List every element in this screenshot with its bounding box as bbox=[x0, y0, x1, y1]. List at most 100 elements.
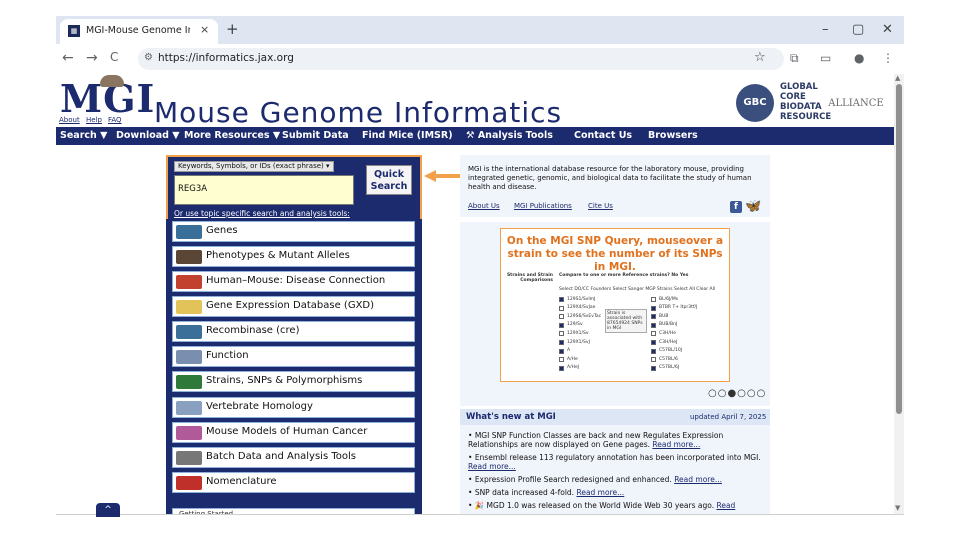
snp-tooltip: Strain is associated with 87654924 SNPs … bbox=[605, 309, 647, 333]
mgi-publications-link[interactable]: MGI Publications bbox=[514, 202, 572, 210]
checkbox[interactable] bbox=[559, 357, 564, 363]
snp-query-slide[interactable]: On the MGI SNP Query, mouseover a strain… bbox=[500, 228, 730, 382]
topic-gxd[interactable]: Gene Expression Database (GXD) bbox=[172, 296, 415, 317]
close-window-button[interactable]: ✕ bbox=[882, 22, 893, 37]
checkbox[interactable] bbox=[651, 297, 656, 302]
nav-contact-us[interactable]: Contact Us bbox=[574, 130, 632, 141]
extensions-icon[interactable]: ⧉ bbox=[790, 51, 799, 66]
search-type-select[interactable]: Keywords, Symbols, or IDs (exact phrase)… bbox=[174, 161, 334, 172]
site-settings-icon[interactable]: ⚙ bbox=[144, 52, 153, 63]
checkbox[interactable] bbox=[559, 331, 564, 337]
reload-button[interactable]: C bbox=[110, 50, 118, 64]
gbc-line: CORE bbox=[780, 92, 806, 102]
topic-disease-connection[interactable]: Human–Mouse: Disease Connection bbox=[172, 271, 415, 292]
checkbox[interactable] bbox=[651, 357, 656, 363]
topic-function[interactable]: Function bbox=[172, 346, 415, 367]
back-to-top-button[interactable]: ^ bbox=[96, 503, 120, 517]
topic-label: Genes bbox=[206, 225, 238, 236]
reading-list-icon[interactable]: ▭ bbox=[820, 51, 831, 65]
read-more-link[interactable]: Read bbox=[716, 501, 735, 510]
browser-menu-icon[interactable]: ⋮ bbox=[882, 51, 894, 65]
faq-link[interactable]: FAQ bbox=[108, 116, 122, 124]
back-button[interactable]: ← bbox=[62, 50, 74, 66]
alliance-logo[interactable]: ALLIANCE bbox=[826, 84, 886, 124]
new-tab-button[interactable]: + bbox=[226, 20, 239, 38]
nav-submit-data[interactable]: Submit Data bbox=[282, 130, 349, 141]
checkbox[interactable] bbox=[651, 348, 656, 354]
nav-browsers[interactable]: Browsers bbox=[648, 130, 698, 141]
topic-cancer-models[interactable]: Mouse Models of Human Cancer bbox=[172, 422, 415, 443]
checkbox[interactable] bbox=[651, 365, 656, 371]
search-input[interactable]: REG3A bbox=[174, 175, 354, 205]
topic-strains-snps[interactable]: Strains, SNPs & Polymorphisms bbox=[172, 371, 415, 392]
topic-label: Human–Mouse: Disease Connection bbox=[206, 275, 386, 286]
checkbox[interactable] bbox=[559, 305, 564, 311]
read-more-link[interactable]: Read more... bbox=[674, 475, 722, 484]
minimize-button[interactable]: – bbox=[822, 22, 829, 37]
checkbox[interactable] bbox=[559, 297, 564, 302]
cite-us-link[interactable]: Cite Us bbox=[588, 202, 613, 210]
mouse-icon bbox=[176, 250, 202, 264]
tab-close-icon[interactable]: × bbox=[200, 23, 209, 36]
restore-button[interactable]: ▢ bbox=[852, 22, 864, 37]
help-link[interactable]: Help bbox=[86, 116, 102, 124]
genes-icon bbox=[176, 225, 202, 239]
read-more-link[interactable]: Read more... bbox=[652, 440, 700, 449]
read-more-link[interactable]: Read more... bbox=[576, 488, 624, 497]
read-more-link[interactable]: Read more... bbox=[468, 462, 516, 471]
quick-search-button[interactable]: Quick Search bbox=[366, 165, 412, 195]
news-text: Expression Profile Search redesigned and… bbox=[474, 475, 672, 484]
checkbox[interactable] bbox=[559, 314, 564, 320]
address-bar[interactable]: ⚙ https://informatics.jax.org ☆ bbox=[138, 48, 784, 70]
nav-analysis-tools[interactable]: ⚒ Analysis Tools bbox=[466, 130, 553, 141]
nav-find-mice[interactable]: Find Mice (IMSR) bbox=[362, 130, 453, 141]
topic-nomenclature[interactable]: Nomenclature bbox=[172, 472, 415, 493]
topic-recombinase[interactable]: Recombinase (cre) bbox=[172, 321, 415, 342]
news-item: • Expression Profile Search redesigned a… bbox=[468, 475, 722, 484]
topic-batch-tools[interactable]: Batch Data and Analysis Tools bbox=[172, 447, 415, 468]
quick-search-panel: Keywords, Symbols, or IDs (exact phrase)… bbox=[166, 155, 422, 221]
browser-tab[interactable]: ▦ MGI-Mouse Genome Informatics × bbox=[60, 19, 218, 44]
scroll-down-arrow-icon[interactable]: ▼ bbox=[895, 504, 900, 512]
topic-label: Vertebrate Homology bbox=[206, 401, 313, 412]
checkbox[interactable] bbox=[559, 322, 564, 328]
checkbox[interactable] bbox=[651, 322, 656, 328]
checkbox[interactable] bbox=[559, 365, 564, 371]
strain-label: 129X1/Sv bbox=[567, 330, 589, 336]
topic-genes[interactable]: Genes bbox=[172, 221, 415, 242]
checkbox[interactable] bbox=[651, 314, 656, 320]
facebook-icon[interactable]: f bbox=[730, 201, 742, 213]
nav-more-resources[interactable]: More Resources ▼ bbox=[184, 130, 280, 141]
profile-icon[interactable]: ● bbox=[854, 51, 864, 65]
topic-panel: Genes Phenotypes & Mutant Alleles Human–… bbox=[166, 219, 422, 520]
gbc-logo-icon[interactable]: GBC bbox=[736, 84, 774, 122]
checkbox[interactable] bbox=[651, 331, 656, 337]
checkbox[interactable] bbox=[559, 348, 564, 354]
nav-analysis-tools-label: Analysis Tools bbox=[477, 130, 553, 141]
slide-title: On the MGI SNP Query, mouseover a strain… bbox=[506, 235, 724, 273]
checkbox[interactable] bbox=[651, 340, 656, 345]
news-header: What's new at MGI updated April 7, 2025 bbox=[460, 409, 770, 425]
about-us-link[interactable]: About Us bbox=[468, 202, 500, 210]
mgi-header: MGI About Help FAQ Mouse Genome Informat… bbox=[56, 74, 894, 129]
topic-phenotypes[interactable]: Phenotypes & Mutant Alleles bbox=[172, 246, 415, 267]
bluesky-icon[interactable]: 🦋 bbox=[745, 199, 761, 214]
carousel-dots[interactable]: ○○●○○○ bbox=[708, 388, 766, 399]
scroll-up-arrow-icon[interactable]: ▲ bbox=[895, 74, 900, 82]
scroll-thumb[interactable] bbox=[896, 84, 902, 414]
checkbox[interactable] bbox=[651, 305, 656, 311]
strain-label: 129X4/SvJae bbox=[567, 305, 596, 311]
about-link[interactable]: About bbox=[59, 116, 80, 124]
nav-download[interactable]: Download ▼ bbox=[116, 130, 180, 141]
nav-search[interactable]: Search ▼ bbox=[60, 130, 107, 141]
topic-label: Function bbox=[206, 350, 249, 361]
topic-label: Mouse Models of Human Cancer bbox=[206, 426, 368, 437]
topic-homology[interactable]: Vertebrate Homology bbox=[172, 397, 415, 418]
checkbox[interactable] bbox=[559, 340, 564, 345]
strain-label: A bbox=[567, 348, 571, 354]
bookmark-star-icon[interactable]: ☆ bbox=[754, 50, 766, 65]
page-scrollbar[interactable]: ▲ ▼ bbox=[894, 74, 904, 514]
strain-label: A/HeJ bbox=[567, 365, 580, 371]
news-item: • SNP data increased 4-fold. Read more..… bbox=[468, 488, 625, 497]
forward-button[interactable]: → bbox=[86, 50, 98, 66]
